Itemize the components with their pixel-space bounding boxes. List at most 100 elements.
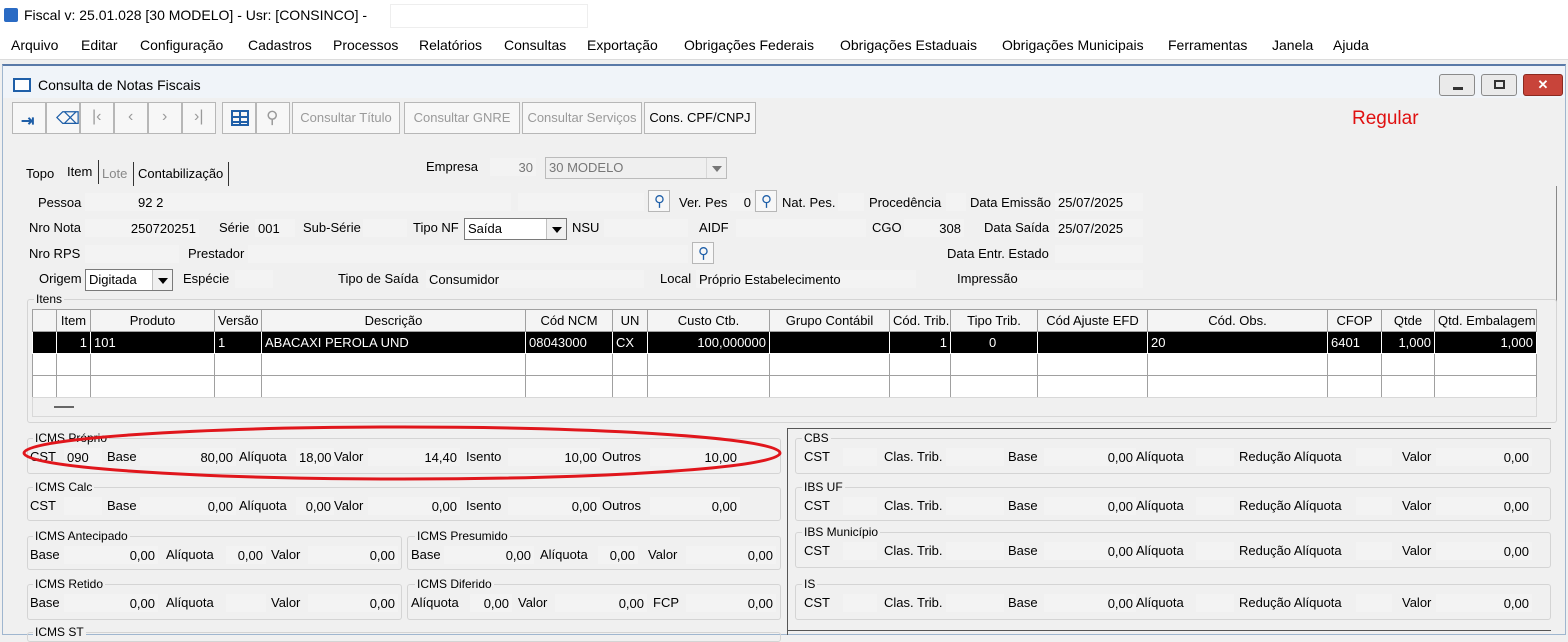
menu-configuracao[interactable]: Configuração [140,37,223,53]
icms-calc-isento-field[interactable]: 0,00 [508,497,600,515]
search-prestador-icon[interactable]: ⚲ [692,242,714,264]
previous-record-icon[interactable]: ‹ [114,102,148,134]
icms-presumido-valor-field[interactable]: 0,00 [686,546,776,564]
pessoa-name-field[interactable] [518,193,644,211]
minimize-button[interactable] [1439,74,1475,96]
icms-antecipado-aliq-field[interactable]: 0,00 [226,546,266,564]
is-cst-field[interactable] [843,594,877,612]
cell-ncm[interactable]: 08043000 [525,331,613,354]
consultar-servicos-button[interactable]: Consultar Serviços [522,102,642,134]
cbs-clas-field[interactable] [946,448,1004,466]
menu-obrig-municipais[interactable]: Obrigações Municipais [1002,37,1144,53]
ibs-uf-cst-field[interactable] [843,497,877,515]
cell-descricao[interactable]: ABACAXI PEROLA UND [261,331,526,354]
tipo-nf-select[interactable]: Saída [464,218,567,240]
icms-diferido-aliq-field[interactable]: 0,00 [470,594,512,612]
cbs-valor-field[interactable]: 0,00 [1436,448,1532,466]
icms-diferido-valor-field[interactable]: 0,00 [555,594,647,612]
cell-custo[interactable]: 100,000000 [647,331,770,354]
eraser-icon[interactable]: ⌫ [46,102,80,134]
subserie-field[interactable] [363,219,407,237]
ibs-mun-clas-field[interactable] [946,542,1004,560]
icms-retido-valor-field[interactable]: 0,00 [308,594,398,612]
empresa-code-field[interactable]: 30 [490,158,536,176]
grid-icon[interactable] [222,102,256,134]
cons-cpf-cnpj-button[interactable]: Cons. CPF/CNPJ [644,102,756,134]
icms-presumido-aliq-field[interactable]: 0,00 [598,546,638,564]
tab-lote[interactable]: Lote [102,165,127,183]
icms-calc-cst-field[interactable] [64,497,102,515]
ibs-uf-clas-field[interactable] [946,497,1004,515]
cbs-red-field[interactable] [1356,448,1392,466]
verpes-field[interactable]: 0 [730,193,754,211]
consultar-titulo-button[interactable]: Consultar Título [292,102,400,134]
data-emissao-field[interactable]: 25/07/2025 [1055,193,1143,211]
procedencia-field[interactable] [946,193,966,211]
is-red-field[interactable] [1356,594,1392,612]
menu-editar[interactable]: Editar [81,37,118,53]
icms-antecipado-base-field[interactable]: 0,00 [64,546,158,564]
tab-topo[interactable]: Topo [26,165,54,183]
col-header[interactable]: Descrição [261,309,526,332]
nsu-field[interactable] [604,219,688,237]
tab-contabilizacao[interactable]: Contabilização [138,165,223,183]
menu-ajuda[interactable]: Ajuda [1333,37,1369,53]
cell-ajuste[interactable] [1037,331,1148,354]
ibs-mun-cst-field[interactable] [843,542,877,560]
icms-retido-base-field[interactable]: 0,00 [64,594,158,612]
icms-calc-valor-field[interactable]: 0,00 [368,497,460,515]
cell-cfop[interactable]: 6401 [1327,331,1382,354]
menu-obrig-federais[interactable]: Obrigações Federais [684,37,814,53]
especie-field[interactable] [235,270,273,288]
col-header[interactable]: UN [612,309,648,332]
col-header[interactable]: Grupo Contábil [769,309,890,332]
cell-versao[interactable]: 1 [214,331,262,354]
icms-antecipado-valor-field[interactable]: 0,00 [308,546,398,564]
icms-diferido-fcp-field[interactable]: 0,00 [686,594,776,612]
col-header[interactable]: Cód NCM [525,309,613,332]
col-header[interactable]: CFOP [1327,309,1382,332]
cell-un[interactable]: CX [612,331,648,354]
col-header[interactable]: Custo Ctb. [647,309,770,332]
data-entr-field[interactable] [1055,245,1143,263]
menu-processos[interactable]: Processos [333,37,398,53]
icms-calc-aliq-field[interactable]: 0,00 [296,497,334,515]
table-row[interactable] [32,353,1537,376]
cell-grupo[interactable] [769,331,890,354]
cell-cod-trib[interactable]: 1 [889,331,951,354]
col-header[interactable]: Cód. Trib. [889,309,951,332]
ibs-mun-valor-field[interactable]: 0,00 [1436,542,1532,560]
cell-obs[interactable]: 20 [1147,331,1328,354]
exit-icon[interactable]: ⇥ [12,102,46,134]
ibs-mun-red-field[interactable] [1356,542,1392,560]
table-row[interactable] [32,375,1537,398]
impressao-field[interactable] [1020,270,1143,288]
ibs-uf-red-field[interactable] [1356,497,1392,515]
ibs-uf-valor-field[interactable]: 0,00 [1436,497,1532,515]
col-header[interactable]: Tipo Trib. [950,309,1038,332]
consultar-gnre-button[interactable]: Consultar GNRE [404,102,520,134]
menu-cadastros[interactable]: Cadastros [248,37,312,53]
is-valor-field[interactable]: 0,00 [1436,594,1532,612]
col-header[interactable]: Item [56,309,91,332]
cell-produto[interactable]: 101 [90,331,215,354]
menu-relatorios[interactable]: Relatórios [419,37,482,53]
next-record-icon[interactable]: › [148,102,182,134]
natpes-field[interactable] [838,193,864,211]
ibs-mun-base-field[interactable]: 0,00 [1044,542,1136,560]
cbs-cst-field[interactable] [843,448,877,466]
col-header[interactable]: Cód Ajuste EFD [1037,309,1148,332]
col-header[interactable]: Produto [90,309,215,332]
first-record-icon[interactable]: |‹ [80,102,114,134]
col-header[interactable]: Cód. Obs. [1147,309,1328,332]
menu-obrig-estaduais[interactable]: Obrigações Estaduais [840,37,977,53]
menu-exportacao[interactable]: Exportação [587,37,658,53]
origem-select[interactable]: Digitada [85,269,173,291]
tipo-saida-field[interactable]: Consumidor [426,270,644,288]
cell-qtde[interactable]: 1,000 [1381,331,1435,354]
menu-janela[interactable]: Janela [1272,37,1313,53]
aidf-field[interactable] [736,219,866,237]
prestador-field[interactable] [248,245,688,263]
local-field[interactable]: Próprio Estabelecimento [696,270,916,288]
icms-calc-outros-field[interactable]: 0,00 [650,497,740,515]
